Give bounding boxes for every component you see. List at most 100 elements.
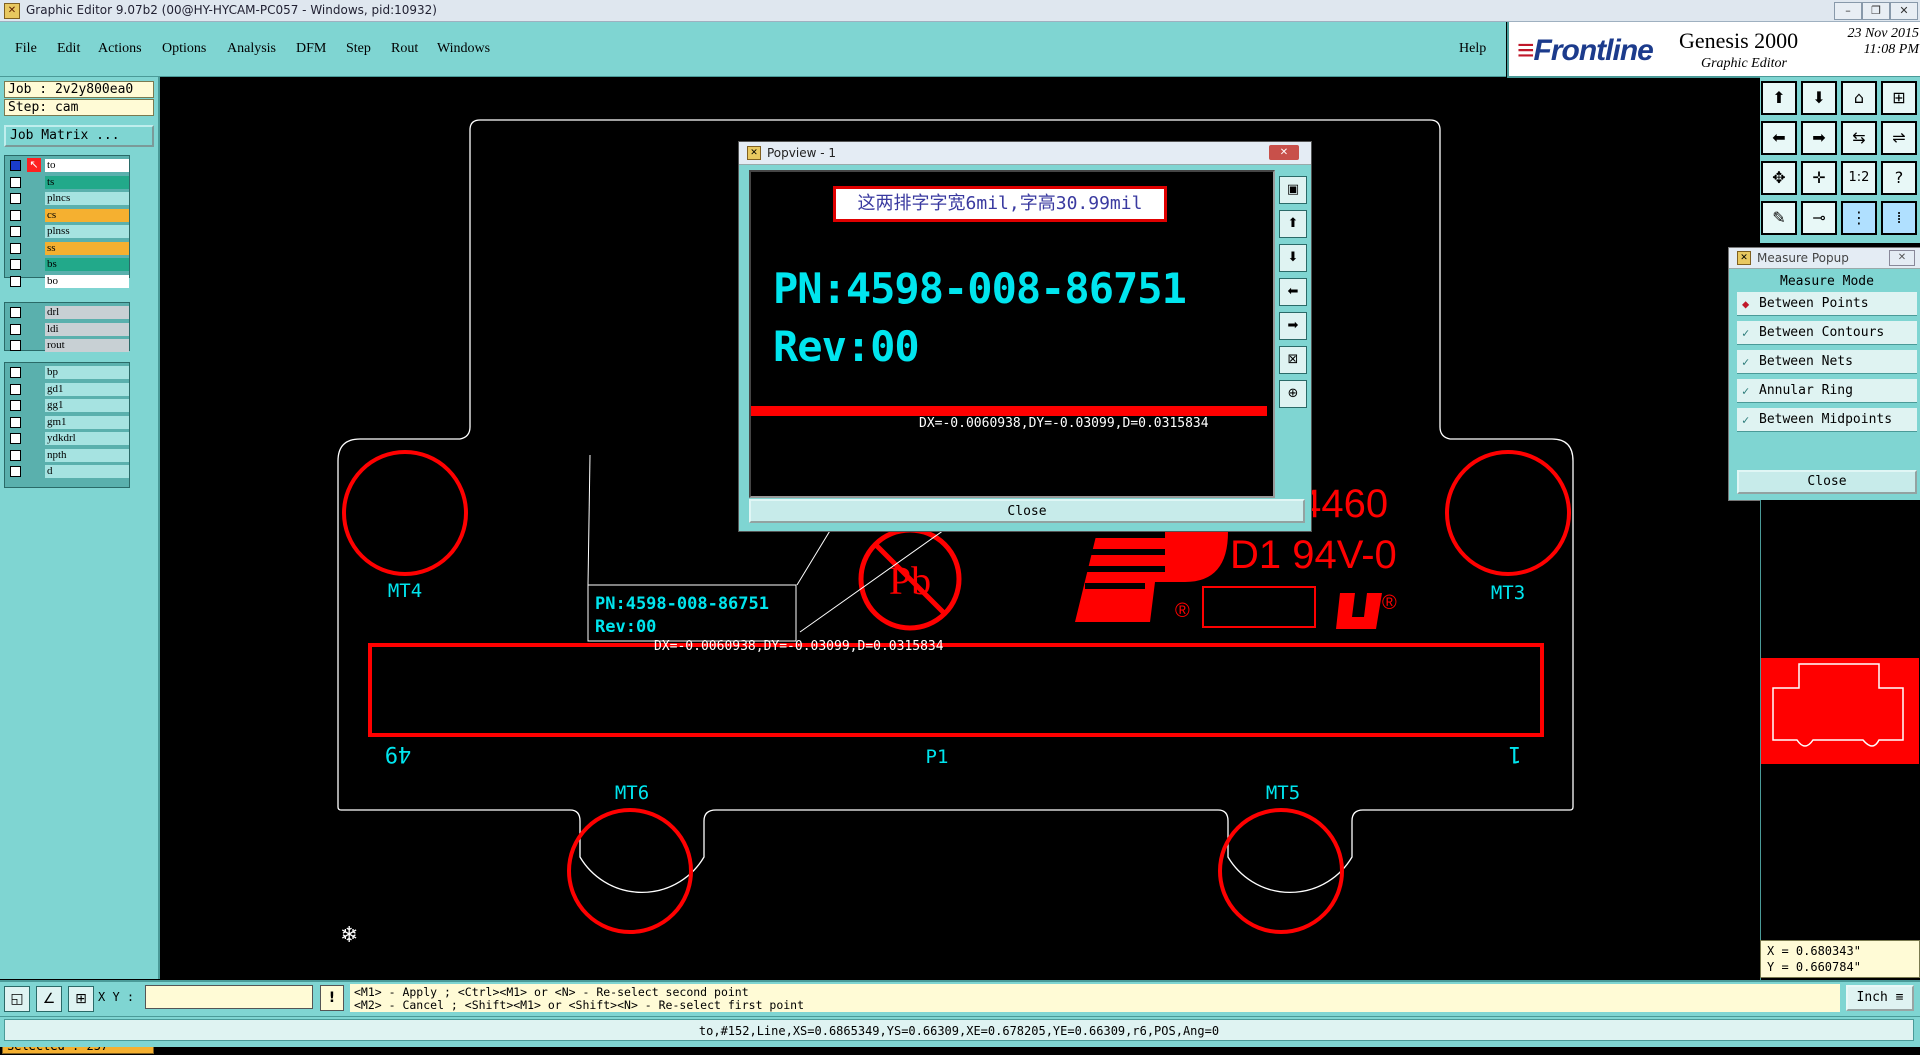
popview-screen[interactable]: 这两排字字宽6mil,字高30.99mil PN:4598-008-86751 … [749, 170, 1275, 498]
layer-checkbox[interactable] [10, 416, 21, 428]
menu-edit[interactable]: Edit [57, 41, 80, 57]
tool-zoom-fit-icon[interactable]: ✥ [1761, 161, 1797, 195]
popview-zoom-out-icon[interactable]: ⊠ [1279, 346, 1307, 374]
layer-checkbox[interactable] [10, 226, 21, 237]
menu-help[interactable]: Help [1459, 41, 1486, 57]
mode-annular-ring[interactable]: ✓ Annular Ring [1737, 379, 1917, 403]
angle-icon[interactable]: ∠ [36, 986, 62, 1012]
maximize-button[interactable]: ❐ [1862, 2, 1890, 20]
layer-row-drl[interactable]: drl [7, 305, 129, 320]
popview-left-icon[interactable]: ⬅ [1279, 278, 1307, 306]
tool-house-icon[interactable]: ⌂ [1841, 81, 1877, 115]
unit-selector[interactable]: Inch ≡ [1846, 985, 1914, 1011]
snap-icon[interactable]: ◱ [4, 986, 30, 1012]
layer-name[interactable]: to [45, 159, 129, 172]
layer-row-ts[interactable]: ts [7, 175, 129, 190]
menu-step[interactable]: Step [346, 41, 371, 57]
layer-name[interactable]: plncs [45, 192, 129, 205]
close-window-button[interactable]: ✕ [1890, 2, 1918, 20]
popview-right-icon[interactable]: ➡ [1279, 312, 1307, 340]
tool-graph-icon[interactable]: ⁞ [1881, 201, 1917, 235]
mt6-hole[interactable] [567, 808, 693, 934]
layer-name[interactable]: gd1 [45, 382, 129, 396]
tool-grid-icon[interactable]: ⋮ [1841, 201, 1877, 235]
board-pn-text[interactable]: PN:4598-008-86751 [595, 594, 769, 614]
menu-rout[interactable]: Rout [391, 41, 418, 57]
layer-name[interactable]: rout [45, 339, 129, 352]
minimize-button[interactable]: – [1834, 2, 1862, 20]
graphic-canvas[interactable]: MT4 MT3 MT6 MT5 P1 49 1 Pb ® E204460 D1 … [160, 77, 1760, 980]
layer-checkbox[interactable] [10, 307, 21, 318]
layer-checkbox[interactable] [10, 259, 21, 270]
xy-input[interactable] [145, 985, 313, 1009]
layer-checkbox[interactable] [10, 466, 21, 477]
layer-checkbox[interactable] [10, 275, 21, 287]
layer-row-bs[interactable]: bs [7, 257, 129, 272]
measure-close-button[interactable]: Close [1737, 470, 1917, 494]
tool-window-icon[interactable]: ⊞ [1881, 81, 1917, 115]
layer-name[interactable]: drl [45, 306, 129, 319]
layer-row-rout[interactable]: rout [7, 338, 129, 353]
measure-close-icon[interactable]: ✕ [1889, 250, 1915, 266]
warning-button[interactable]: ! [320, 985, 344, 1011]
layer-name[interactable]: bs [45, 258, 129, 271]
layer-checkbox[interactable] [10, 242, 21, 254]
layer-row-gm1[interactable]: gm1 [7, 415, 129, 430]
tool-down-icon[interactable]: ⬇ [1801, 81, 1837, 115]
layer-row-ydkdrl[interactable]: ydkdrl [7, 431, 129, 446]
layer-checkbox[interactable] [10, 160, 21, 171]
popview-up-icon[interactable]: ⬆ [1279, 210, 1307, 238]
tool-left-icon[interactable]: ⬅ [1761, 121, 1797, 155]
mt4-hole[interactable] [342, 450, 468, 576]
job-matrix-button[interactable]: Job Matrix ... [4, 125, 154, 147]
tool-right-icon[interactable]: ➡ [1801, 121, 1837, 155]
layer-row-gg1[interactable]: gg1 [7, 398, 129, 413]
tool-zoom-center-icon[interactable]: ✛ [1801, 161, 1837, 195]
layer-row-bp[interactable]: bp [7, 365, 129, 380]
layer-checkbox[interactable] [10, 323, 21, 335]
layer-name[interactable]: bp [45, 366, 129, 379]
layer-row-npth[interactable]: npth [7, 448, 129, 463]
layer-name[interactable]: gm1 [45, 415, 129, 429]
layer-name[interactable]: npth [45, 448, 129, 462]
menu-actions[interactable]: Actions [98, 41, 142, 57]
layer-name[interactable]: ldi [45, 322, 129, 336]
grid-icon[interactable]: ⊞ [68, 986, 94, 1012]
tool-help-icon[interactable]: ? [1881, 161, 1917, 195]
tool-snap-icon[interactable]: ✎ [1761, 201, 1797, 235]
popview-close-button[interactable]: Close [749, 499, 1305, 523]
mode-between-midpoints[interactable]: ✓ Between Midpoints [1737, 408, 1917, 432]
layer-checkbox[interactable] [10, 209, 21, 221]
mode-between-contours[interactable]: ✓ Between Contours [1737, 321, 1917, 345]
layer-name[interactable]: cs [45, 208, 129, 222]
layer-checkbox[interactable] [10, 193, 21, 204]
connector-p1[interactable] [368, 643, 1544, 737]
tool-measure-icon[interactable]: ⊸ [1801, 201, 1837, 235]
layer-row-ss[interactable]: ss [7, 241, 129, 256]
layer-row-ldi[interactable]: ldi [7, 322, 129, 337]
tool-home-icon[interactable]: ⬆ [1761, 81, 1797, 115]
mt3-hole[interactable] [1445, 450, 1571, 576]
board-rev-text[interactable]: Rev:00 [595, 617, 656, 637]
layer-checkbox[interactable] [10, 449, 21, 461]
popview-close-icon[interactable]: ✕ [1269, 145, 1299, 160]
layer-row-plnss[interactable]: plnss [7, 224, 129, 239]
layer-row-d[interactable]: d [7, 464, 129, 479]
layer-row-gd1[interactable]: gd1 [7, 382, 129, 397]
layer-name[interactable]: ydkdrl [45, 432, 129, 445]
board-overview[interactable] [1761, 658, 1919, 764]
layer-checkbox[interactable] [10, 400, 21, 411]
layer-checkbox[interactable] [10, 340, 21, 351]
layer-name[interactable]: ss [45, 241, 129, 255]
layer-row-bo[interactable]: bo [7, 274, 129, 289]
popview-down-icon[interactable]: ⬇ [1279, 244, 1307, 272]
tool-flip-icon[interactable]: ⇌ [1881, 121, 1917, 155]
popview-zoom-in-icon[interactable]: ⊕ [1279, 380, 1307, 408]
menu-options[interactable]: Options [162, 41, 206, 57]
menu-analysis[interactable]: Analysis [227, 41, 276, 57]
layer-name[interactable]: d [45, 465, 129, 478]
tool-pan-icon[interactable]: ⇆ [1841, 121, 1877, 155]
layer-row-plncs[interactable]: plncs [7, 191, 129, 206]
layer-checkbox[interactable] [10, 176, 21, 188]
menu-dfm[interactable]: DFM [296, 41, 326, 57]
